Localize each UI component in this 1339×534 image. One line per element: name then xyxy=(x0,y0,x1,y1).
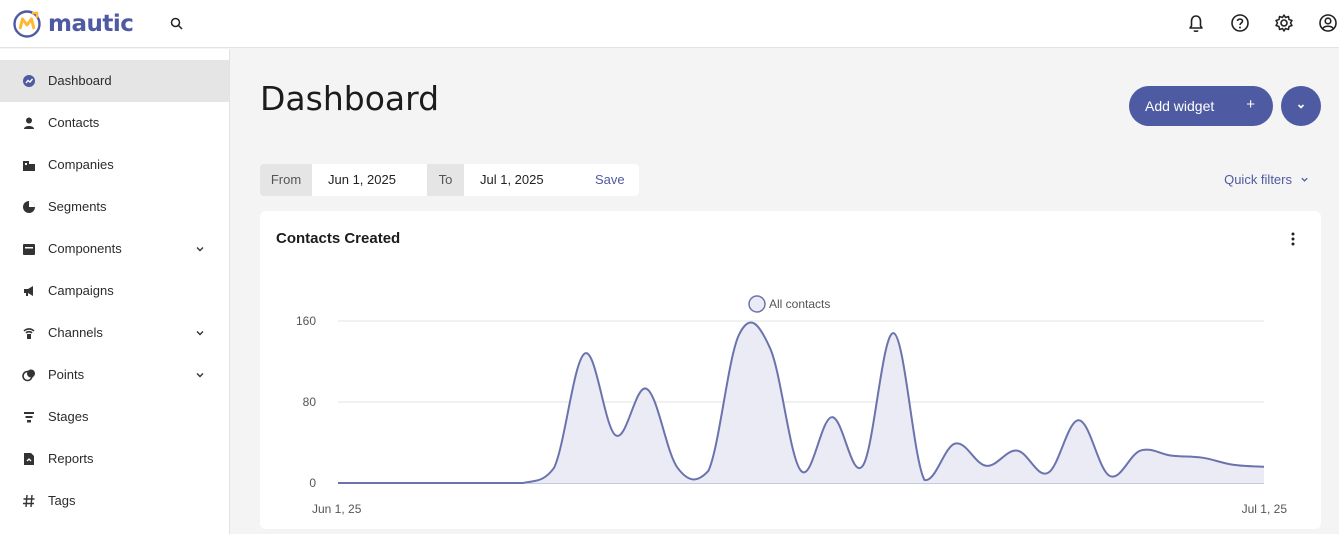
series-line-all-contacts xyxy=(338,321,1265,484)
plus-icon: + xyxy=(1246,96,1255,113)
sidebar-item-segments[interactable]: Segments xyxy=(0,186,229,228)
archive-icon xyxy=(23,244,35,255)
sidebar-item-label: Companies xyxy=(48,157,114,172)
legend-label: All contacts xyxy=(769,297,830,311)
help-icon xyxy=(1231,14,1249,32)
sidebar-item-channels[interactable]: Channels xyxy=(0,312,229,354)
sidebar-item-label: Dashboard xyxy=(48,73,112,88)
y-tick-label: 0 xyxy=(309,476,316,490)
page-title: Dashboard xyxy=(260,79,440,118)
add-widget-label: Add widget xyxy=(1145,98,1215,114)
bell-icon xyxy=(1189,15,1203,33)
dashboard-icon xyxy=(23,75,35,87)
brand-name: mautic xyxy=(48,11,134,37)
search-button[interactable] xyxy=(170,17,183,35)
sidebar-item-campaigns[interactable]: Campaigns xyxy=(0,270,229,312)
to-date-input[interactable] xyxy=(480,164,575,196)
pie-chart-icon xyxy=(23,201,35,213)
sidebar-item-label: Components xyxy=(48,241,122,256)
chevron-down-icon xyxy=(196,247,204,252)
account-icon xyxy=(1319,14,1337,32)
x-tick-label-end: Jul 1, 25 xyxy=(1242,502,1288,516)
top-bar: mautic xyxy=(0,0,1339,48)
megaphone-icon xyxy=(24,286,33,296)
sidebar-item-tags[interactable]: Tags xyxy=(0,480,229,522)
save-button[interactable]: Save xyxy=(595,164,625,195)
report-file-icon xyxy=(24,453,34,465)
quick-filters-label: Quick filters xyxy=(1224,172,1292,187)
series-area-all-contacts xyxy=(338,322,1264,483)
chevron-down-icon xyxy=(1297,104,1305,109)
contacts-created-widget: 0 80 160 All contacts Jun 1, 25 Jul 1, 25 Con… xyxy=(260,211,1321,529)
sidebar-item-label: Tags xyxy=(48,493,76,508)
sidebar-item-label: Contacts xyxy=(48,115,100,130)
funnel-icon xyxy=(24,412,34,423)
chevron-down-icon xyxy=(196,373,204,378)
more-options-button[interactable] xyxy=(1281,86,1321,126)
sidebar-item-contacts[interactable]: Contacts xyxy=(0,102,229,144)
search-icon xyxy=(170,17,183,30)
hashtag-icon xyxy=(23,494,35,508)
add-widget-button[interactable]: Add widget + xyxy=(1129,86,1273,126)
notifications-button[interactable] xyxy=(1185,12,1207,34)
account-button[interactable] xyxy=(1317,12,1339,34)
y-tick-label: 80 xyxy=(303,395,317,409)
sidebar: Dashboard Contacts Companies Segments Co… xyxy=(0,49,230,534)
settings-icon xyxy=(1275,14,1293,32)
chevron-down-icon xyxy=(1301,177,1308,182)
sidebar-item-label: Campaigns xyxy=(48,283,114,298)
settings-button[interactable] xyxy=(1273,12,1295,34)
from-label: From xyxy=(260,164,312,196)
building-icon xyxy=(23,161,35,171)
sidebar-item-label: Segments xyxy=(48,199,107,214)
sidebar-item-dashboard[interactable]: Dashboard xyxy=(0,60,229,102)
x-tick-label-start: Jun 1, 25 xyxy=(312,502,362,516)
contacts-created-chart: 0 80 160 All contacts Jun 1, 25 Jul 1, 25 xyxy=(296,295,1288,516)
widget-title: Contacts Created xyxy=(276,230,401,247)
main-content: Dashboard Add widget + From To Save Quic… xyxy=(230,49,1339,534)
chevron-down-icon xyxy=(196,331,204,336)
mautic-logo-icon xyxy=(13,10,41,38)
sidebar-item-label: Stages xyxy=(48,409,89,424)
help-button[interactable] xyxy=(1229,12,1251,34)
legend-marker xyxy=(748,295,766,313)
sidebar-item-components[interactable]: Components xyxy=(0,228,229,270)
kebab-menu-icon[interactable] xyxy=(1289,231,1297,247)
mautic-logo[interactable]: mautic xyxy=(12,9,134,39)
sidebar-item-label: Points xyxy=(48,367,85,382)
from-date-input[interactable] xyxy=(328,164,418,196)
broadcast-icon xyxy=(23,328,35,339)
y-tick-label: 160 xyxy=(296,314,316,328)
sidebar-item-label: Channels xyxy=(48,325,103,340)
to-label: To xyxy=(427,164,464,196)
date-filter-bar: From To Save xyxy=(260,164,639,196)
quick-filters-dropdown[interactable]: Quick filters xyxy=(1224,172,1309,187)
user-icon xyxy=(24,117,34,129)
sidebar-item-label: Reports xyxy=(48,451,94,466)
sidebar-item-points[interactable]: Points xyxy=(0,354,229,396)
sidebar-item-reports[interactable]: Reports xyxy=(0,438,229,480)
sidebar-item-companies[interactable]: Companies xyxy=(0,144,229,186)
sidebar-item-stages[interactable]: Stages xyxy=(0,396,229,438)
coins-icon xyxy=(22,369,35,382)
